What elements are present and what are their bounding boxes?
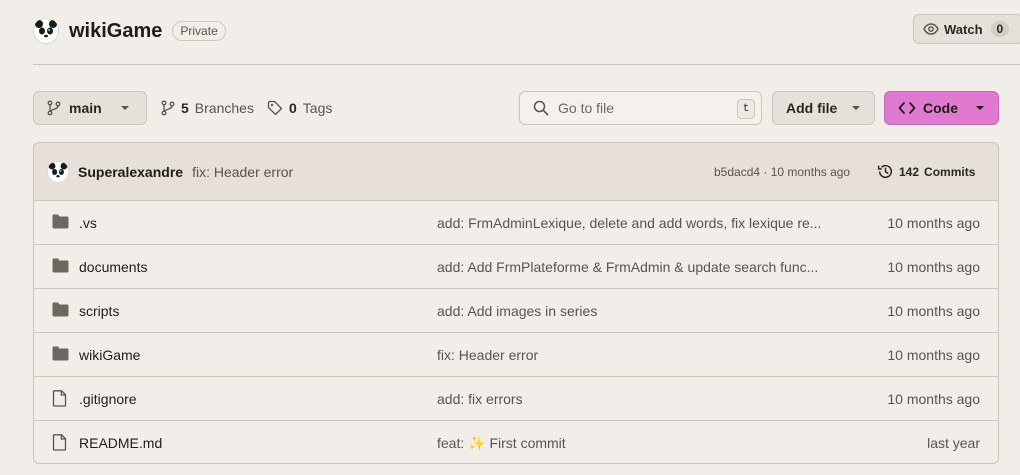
panda-icon xyxy=(47,161,69,182)
folder-icon xyxy=(52,258,69,273)
file-table: Superalexandre fix: Header error b5dacd4… xyxy=(33,142,999,464)
sparkles-icon: ✨ xyxy=(468,434,486,451)
file-row[interactable]: wikiGame fix: Header error 10 months ago xyxy=(34,333,998,377)
git-branch-icon xyxy=(47,100,61,116)
file-name[interactable]: README.md xyxy=(79,435,162,451)
commit-text: add: Add FrmPlateforme & FrmAdmin & upda… xyxy=(437,258,819,275)
file-commit-message[interactable]: add: FrmAdminLexique, delete and add wor… xyxy=(437,215,852,231)
file-row[interactable]: .vs add: FrmAdminLexique, delete and add… xyxy=(34,201,998,245)
keyboard-shortcut-hint: t xyxy=(737,99,755,119)
code-button[interactable]: Code xyxy=(884,91,999,125)
commit-message[interactable]: fix: Header error xyxy=(192,164,293,180)
search-input[interactable] xyxy=(558,100,718,116)
watch-button[interactable]: Watch 0 xyxy=(913,14,1020,44)
repo-header: wikiGame Private xyxy=(33,14,226,48)
file-commit-date: 10 months ago xyxy=(887,390,980,407)
file-commit-message[interactable]: add: Add images in series xyxy=(437,303,852,319)
file-commit-message[interactable]: feat: ✨ First commit xyxy=(437,435,852,452)
repo-avatar[interactable] xyxy=(33,18,59,44)
file-commit-message[interactable]: fix: Header error xyxy=(437,347,852,363)
chevron-down-icon xyxy=(120,106,129,110)
file-name[interactable]: documents xyxy=(79,259,147,275)
tag-icon xyxy=(267,100,283,116)
latest-commit-bar: Superalexandre fix: Header error b5dacd4… xyxy=(34,143,998,201)
folder-icon xyxy=(52,346,69,361)
branch-name: main xyxy=(69,100,102,116)
file-row[interactable]: .gitignore add: fix errors 10 months ago xyxy=(34,377,998,421)
folder-icon xyxy=(52,214,69,229)
file-name[interactable]: .gitignore xyxy=(79,391,137,407)
repo-name[interactable]: wikiGame xyxy=(69,20,162,43)
commit-text: add: Add images in series xyxy=(437,302,598,319)
file-row[interactable]: documents add: Add FrmPlateforme & FrmAd… xyxy=(34,245,998,289)
commit-text: feat: xyxy=(437,434,465,451)
file-commit-message[interactable]: add: fix errors xyxy=(437,391,852,407)
file-commit-date: 10 months ago xyxy=(887,346,980,363)
file-commit-date: last year xyxy=(927,435,980,451)
commit-text: First commit xyxy=(489,434,566,451)
chevron-down-icon xyxy=(976,106,984,110)
tags-count: 0 xyxy=(289,100,297,116)
commit-text: fix: Header error xyxy=(437,346,539,363)
add-file-label: Add file xyxy=(786,100,838,116)
commit-text: add: FrmAdminLexique, delete and add wor… xyxy=(437,214,822,231)
file-commit-message[interactable]: add: Add FrmPlateforme & FrmAdmin & upda… xyxy=(437,259,852,275)
commit-hash-date[interactable]: b5dacd4 · 10 months ago xyxy=(714,165,850,179)
commits-label: Commits xyxy=(924,164,976,179)
branches-count: 5 xyxy=(181,100,189,116)
file-commit-date: 10 months ago xyxy=(887,302,980,319)
file-row[interactable]: README.md feat: ✨ First commit last year xyxy=(34,421,998,463)
commits-history-link[interactable]: 142 Commits xyxy=(877,163,975,180)
code-icon xyxy=(898,102,916,114)
go-to-file-search[interactable]: t xyxy=(519,91,762,125)
git-branch-icon xyxy=(161,100,175,116)
file-name[interactable]: .vs xyxy=(79,215,97,231)
watch-count: 0 xyxy=(990,21,1010,37)
folder-icon xyxy=(52,302,69,317)
tags-link[interactable]: 0 Tags xyxy=(267,91,332,125)
search-icon xyxy=(533,100,549,116)
commits-count: 142 xyxy=(899,164,920,179)
tags-label: Tags xyxy=(302,100,333,116)
file-icon xyxy=(52,390,67,407)
file-icon xyxy=(52,434,67,451)
eye-icon xyxy=(923,23,939,35)
file-name[interactable]: wikiGame xyxy=(79,347,140,363)
commit-author[interactable]: Superalexandre xyxy=(78,164,183,180)
history-icon xyxy=(877,164,893,179)
toolbar: main 5 Branches 0 Tags t Add file xyxy=(33,91,1020,125)
watch-label: Watch xyxy=(944,21,983,37)
panda-icon xyxy=(34,19,58,43)
author-avatar[interactable] xyxy=(47,160,69,183)
code-label: Code xyxy=(923,100,958,116)
file-name[interactable]: scripts xyxy=(79,303,119,319)
branches-link[interactable]: 5 Branches xyxy=(161,91,254,125)
commit-text: add: fix errors xyxy=(437,390,523,407)
file-row[interactable]: scripts add: Add images in series 10 mon… xyxy=(34,289,998,333)
visibility-badge: Private xyxy=(172,21,226,41)
file-commit-date: 10 months ago xyxy=(887,214,980,231)
chevron-down-icon xyxy=(852,106,861,110)
file-commit-date: 10 months ago xyxy=(887,258,980,275)
branches-label: Branches xyxy=(194,100,254,116)
header-divider xyxy=(33,64,1020,65)
branch-selector[interactable]: main xyxy=(33,91,147,125)
add-file-button[interactable]: Add file xyxy=(772,91,875,125)
